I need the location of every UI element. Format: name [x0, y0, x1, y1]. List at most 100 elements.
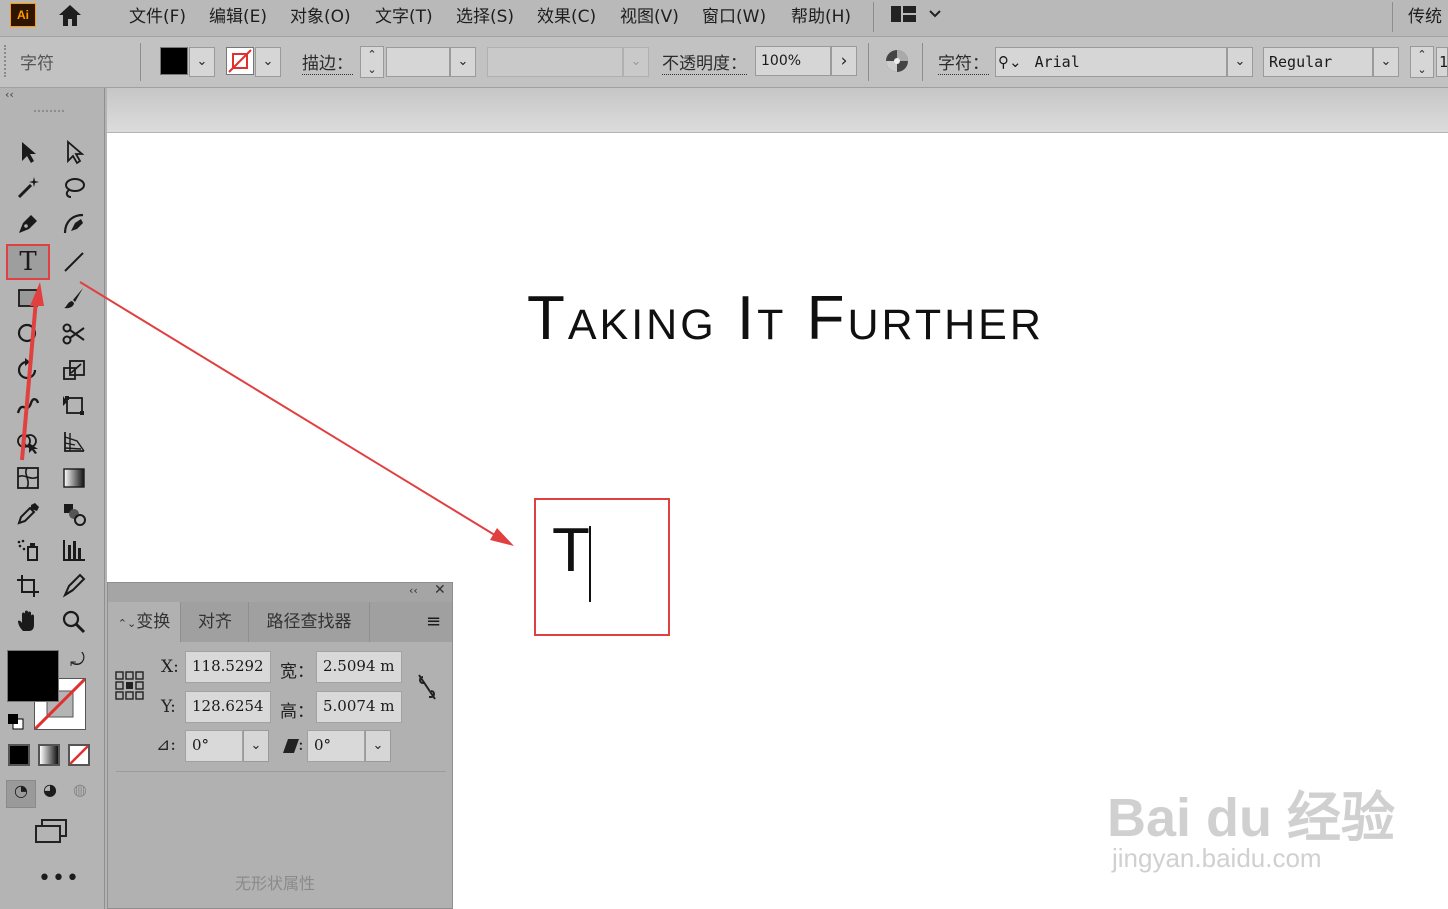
- stroke-label[interactable]: 描边：: [302, 49, 353, 75]
- opacity-expand-button[interactable]: ›: [831, 46, 857, 76]
- workspace-switcher[interactable]: 传统: [1408, 2, 1442, 27]
- no-stroke-icon: [228, 49, 252, 73]
- menu-file[interactable]: 文件(F): [129, 2, 186, 27]
- tools-panel: ‹‹ T ⤾ ◔ ◕ ◍ •••: [0, 88, 105, 909]
- font-size-input[interactable]: 1: [1436, 47, 1448, 77]
- constrain-proportions-icon[interactable]: [415, 673, 439, 705]
- stroke-weight-stepper[interactable]: ⌃ ⌄: [360, 46, 384, 78]
- more-tools-icon[interactable]: •••: [38, 866, 80, 891]
- stroke-weight-input[interactable]: [386, 47, 450, 77]
- font-style-input[interactable]: Regular: [1263, 47, 1373, 77]
- menu-bar: Ai 文件(F) 编辑(E) 对象(O) 文字(T) 选择(S) 效果(C) 视…: [0, 0, 1448, 37]
- curvature-icon[interactable]: [56, 208, 92, 240]
- perspective-grid-icon[interactable]: [56, 426, 92, 458]
- magic-wand-icon[interactable]: [10, 172, 46, 204]
- draw-inside-icon[interactable]: ◍: [66, 780, 94, 806]
- x-input[interactable]: 118.5292: [185, 651, 271, 683]
- fill-color-swatch[interactable]: [7, 650, 59, 702]
- recolor-artwork-icon[interactable]: [884, 48, 910, 78]
- menu-effect[interactable]: 效果(C): [537, 2, 596, 27]
- screen-mode-icon[interactable]: [34, 818, 68, 848]
- none-mode-icon[interactable]: [68, 744, 90, 766]
- gradient-icon[interactable]: [56, 462, 92, 494]
- shape-builder-icon[interactable]: [10, 426, 46, 458]
- eyedropper-icon[interactable]: [10, 498, 46, 530]
- text-cursor: [589, 526, 591, 602]
- line-segment-icon[interactable]: [56, 246, 92, 278]
- width-input[interactable]: 2.5094 m: [316, 651, 402, 683]
- tab-pathfinder[interactable]: 路径查找器: [248, 602, 370, 642]
- color-mode-icon[interactable]: [8, 744, 30, 766]
- collapse-panel-icon[interactable]: ‹‹: [409, 584, 418, 597]
- fill-swatch[interactable]: [160, 47, 188, 75]
- headline-text[interactable]: Taking It Further: [527, 283, 1044, 354]
- close-icon[interactable]: ✕: [434, 582, 446, 598]
- mesh-icon[interactable]: [10, 462, 46, 494]
- draw-normal-icon[interactable]: ◔: [6, 780, 36, 808]
- stroke-dropdown[interactable]: ⌄: [255, 47, 281, 77]
- rotate-input[interactable]: 0°: [185, 730, 243, 762]
- gradient-mode-icon[interactable]: [38, 744, 60, 766]
- stroke-weight-dropdown[interactable]: ⌄: [450, 47, 476, 77]
- zoom-icon[interactable]: [56, 606, 92, 638]
- font-size-stepper[interactable]: ⌃ ⌄: [1410, 46, 1434, 78]
- slice-icon[interactable]: [56, 570, 92, 602]
- menu-type[interactable]: 文字(T): [375, 2, 433, 27]
- menu-help[interactable]: 帮助(H): [791, 2, 851, 27]
- paintbrush-icon[interactable]: [56, 282, 92, 314]
- workspace-layout-icon[interactable]: [890, 4, 946, 28]
- default-colors-icon[interactable]: [7, 713, 25, 735]
- panel-title-bar[interactable]: [108, 583, 452, 602]
- rotate-dropdown[interactable]: ⌄: [243, 730, 269, 762]
- highlighted-text-frame[interactable]: T: [534, 498, 670, 636]
- font-family-input[interactable]: ⚲⌄ Arial: [995, 47, 1227, 77]
- selection-icon[interactable]: [10, 136, 46, 168]
- panel-menu-icon[interactable]: ≡: [426, 611, 441, 632]
- font-family-value: Arial: [1034, 53, 1080, 71]
- menu-select[interactable]: 选择(S): [456, 2, 514, 27]
- grip-icon[interactable]: [4, 45, 9, 77]
- swap-colors-icon[interactable]: ⤾: [70, 650, 85, 671]
- scissors-icon[interactable]: [56, 318, 92, 350]
- symbol-sprayer-icon[interactable]: [10, 534, 46, 566]
- menu-object[interactable]: 对象(O): [290, 2, 351, 27]
- menu-window[interactable]: 窗口(W): [702, 2, 766, 27]
- collapse-panel-icon[interactable]: ‹‹: [5, 88, 14, 101]
- scale-icon[interactable]: [56, 354, 92, 386]
- artboard-icon[interactable]: [10, 570, 46, 602]
- home-icon[interactable]: [56, 2, 84, 32]
- font-family-dropdown[interactable]: ⌄: [1227, 47, 1253, 77]
- column-graph-icon[interactable]: [56, 534, 92, 566]
- lasso-icon[interactable]: [56, 172, 92, 204]
- direct-selection-icon[interactable]: [56, 136, 92, 168]
- font-style-dropdown[interactable]: ⌄: [1373, 47, 1399, 77]
- rotate-icon[interactable]: [10, 354, 46, 386]
- y-input[interactable]: 128.6254: [185, 691, 271, 723]
- fill-dropdown[interactable]: ⌄: [189, 47, 215, 77]
- menu-edit[interactable]: 编辑(E): [209, 2, 267, 27]
- rectangle-icon[interactable]: [10, 282, 46, 314]
- opacity-input[interactable]: 100%: [755, 46, 831, 76]
- toolbar-grip[interactable]: [34, 110, 64, 115]
- shear-input[interactable]: 0°: [307, 730, 365, 762]
- typed-text[interactable]: T: [552, 514, 590, 588]
- height-input[interactable]: 5.0074 m: [316, 691, 402, 723]
- tab-transform[interactable]: ⌃⌄变换: [108, 602, 180, 642]
- x-label: X:: [161, 657, 179, 677]
- pen-icon[interactable]: [10, 208, 46, 240]
- blend-icon[interactable]: [56, 498, 92, 530]
- app-logo: Ai: [10, 3, 36, 27]
- draw-behind-icon[interactable]: ◕: [36, 780, 64, 806]
- warp-icon[interactable]: [10, 390, 46, 422]
- hand-icon[interactable]: [10, 606, 46, 638]
- opacity-label[interactable]: 不透明度：: [662, 49, 747, 75]
- free-transform-icon[interactable]: [56, 390, 92, 422]
- stroke-swatch[interactable]: [226, 47, 254, 75]
- shear-dropdown[interactable]: ⌄: [365, 730, 391, 762]
- character-label[interactable]: 字符：: [938, 49, 989, 75]
- type-icon[interactable]: T: [6, 244, 50, 280]
- shaper-icon[interactable]: [10, 318, 46, 350]
- menu-view[interactable]: 视图(V): [620, 2, 679, 27]
- reference-point-icon[interactable]: [115, 671, 145, 705]
- tab-align[interactable]: 对齐: [180, 602, 249, 642]
